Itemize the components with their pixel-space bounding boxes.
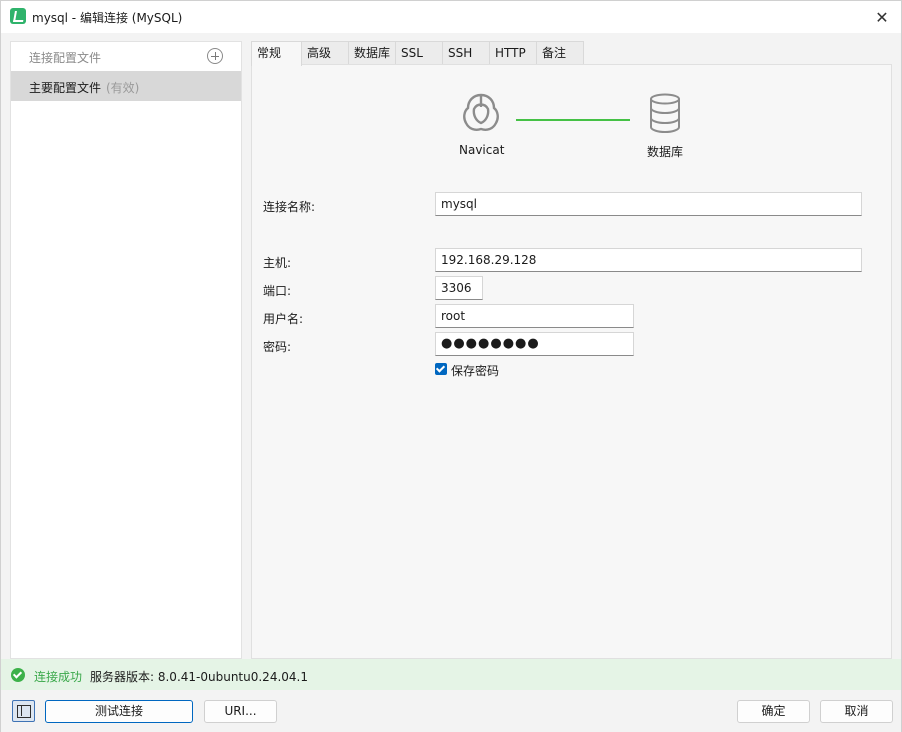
database-label: 数据库 xyxy=(647,145,684,159)
tab-ssh[interactable]: SSH xyxy=(442,41,490,65)
profile-item-main[interactable]: 主要配置文件 (有效) xyxy=(11,71,241,101)
username-input[interactable]: root xyxy=(435,304,634,328)
add-profile-icon[interactable] xyxy=(207,48,223,64)
database-icon xyxy=(650,93,680,133)
cancel-button[interactable]: 取消 xyxy=(820,700,893,723)
tab-advanced[interactable]: 高级 xyxy=(301,41,349,65)
status-bar: 连接成功 服务器版本: 8.0.41-0ubuntu0.24.04.1 xyxy=(1,659,901,690)
tab-http[interactable]: HTTP xyxy=(489,41,537,65)
title-bar: mysql - 编辑连接 (MySQL) ✕ xyxy=(1,1,901,33)
profile-item-label: 主要配置文件 xyxy=(29,81,102,95)
tab-ssl[interactable]: SSL xyxy=(395,41,443,65)
navicat-app-icon xyxy=(10,8,26,24)
host-input[interactable]: 192.168.29.128 xyxy=(435,248,862,272)
connection-name-input[interactable]: mysql xyxy=(435,192,862,216)
server-version-text: 服务器版本: 8.0.41-0ubuntu0.24.04.1 xyxy=(90,670,308,684)
window-title: mysql - 编辑连接 (MySQL) xyxy=(32,11,183,25)
connection-success-text: 连接成功 xyxy=(34,670,83,684)
edit-connection-window: mysql - 编辑连接 (MySQL) ✕ 连接配置文件 主要配置文件 (有效… xyxy=(0,0,902,732)
save-password-checkbox[interactable] xyxy=(435,363,447,375)
check-circle-icon xyxy=(11,668,25,682)
sidebar-toggle-icon[interactable] xyxy=(12,700,35,722)
general-tab-content: Navicat 数据库 连接名称: mysql 主机: 192.168.29.1… xyxy=(251,64,892,659)
connection-name-label: 连接名称: xyxy=(263,200,316,214)
close-icon[interactable]: ✕ xyxy=(871,6,893,28)
test-connection-button[interactable]: 测试连接 xyxy=(45,700,193,723)
port-input[interactable]: 3306 xyxy=(435,276,483,300)
port-label: 端口: xyxy=(263,284,292,298)
navicat-label: Navicat xyxy=(459,143,505,157)
tab-notes[interactable]: 备注 xyxy=(536,41,584,65)
save-password-label[interactable]: 保存密码 xyxy=(451,362,499,379)
uri-button[interactable]: URI... xyxy=(204,700,277,723)
connection-line xyxy=(516,119,630,121)
ok-button[interactable]: 确定 xyxy=(737,700,810,723)
profiles-header-label: 连接配置文件 xyxy=(29,51,102,65)
password-input[interactable]: ●●●●●●●● xyxy=(435,332,634,356)
navicat-logo-icon xyxy=(463,93,499,131)
host-label: 主机: xyxy=(263,256,292,270)
password-label: 密码: xyxy=(263,340,292,354)
profile-item-status: (有效) xyxy=(106,81,140,95)
bottom-bar: 测试连接 URI... 确定 取消 xyxy=(1,690,901,732)
connection-profiles-panel: 连接配置文件 主要配置文件 (有效) xyxy=(10,41,242,659)
profiles-header: 连接配置文件 xyxy=(11,42,241,71)
tab-bar: 常规 高级 数据库 SSL SSH HTTP 备注 xyxy=(251,41,584,66)
tab-database[interactable]: 数据库 xyxy=(348,41,396,65)
tab-general[interactable]: 常规 xyxy=(251,41,302,66)
username-label: 用户名: xyxy=(263,312,304,326)
